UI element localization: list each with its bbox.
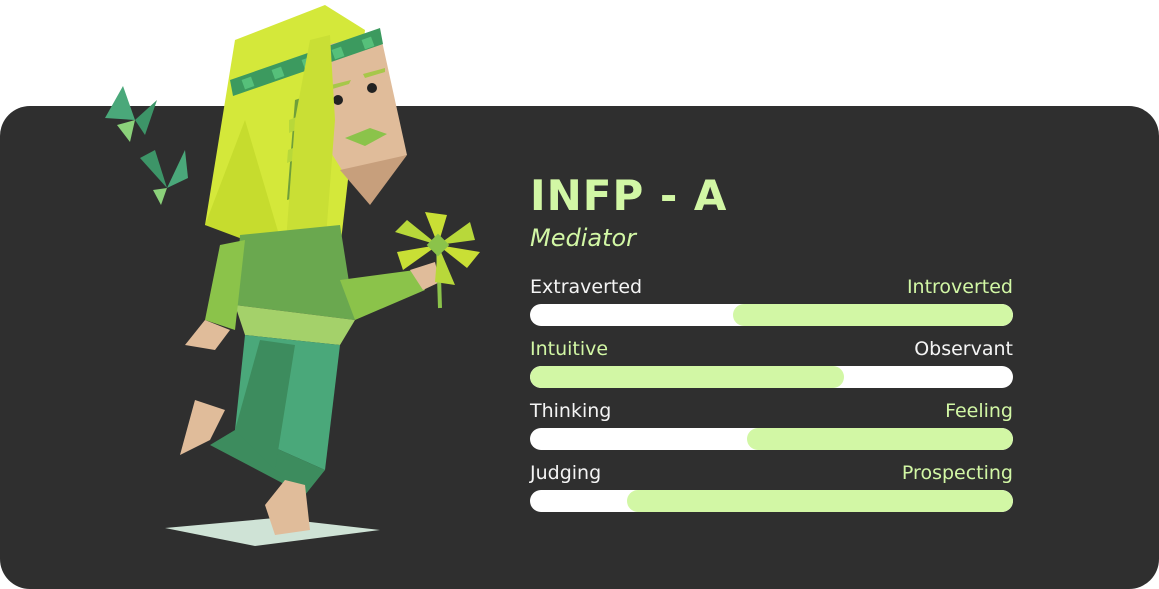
trait-bar-fill <box>747 428 1013 450</box>
personality-name: Mediator <box>530 224 637 252</box>
trait-bar-fill <box>626 490 1013 512</box>
mediator-character-illustration <box>105 5 480 546</box>
butterfly-icon <box>140 150 188 205</box>
trait-bar <box>530 304 1013 326</box>
trait-row-tactics: Judging Prospecting <box>530 460 1013 522</box>
trait-row-mind: Intuitive Observant <box>530 336 1013 398</box>
trait-row-nature: Thinking Feeling <box>530 398 1013 460</box>
trait-right-label: Feeling <box>945 400 1013 422</box>
personality-info: INFP - A Mediator Extraverted Introverte… <box>530 168 1013 522</box>
trait-bar-fill <box>530 366 844 388</box>
trait-bar <box>530 490 1013 512</box>
personality-code: INFP - A <box>530 171 728 220</box>
trait-bar <box>530 428 1013 450</box>
butterfly-icon <box>105 86 157 142</box>
trait-left-label: Intuitive <box>530 338 609 360</box>
trait-left-label: Extraverted <box>530 276 643 298</box>
trait-right-label: Prospecting <box>901 462 1013 484</box>
trait-right-label: Introverted <box>906 276 1013 298</box>
trait-bar <box>530 366 1013 388</box>
trait-list: Extraverted Introverted Intuitive Observ… <box>530 274 1013 522</box>
trait-row-energy: Extraverted Introverted <box>530 274 1013 336</box>
trait-left-label: Thinking <box>530 400 612 422</box>
trait-bar-fill <box>732 304 1013 326</box>
trait-left-label: Judging <box>530 462 602 484</box>
trait-right-label: Observant <box>914 338 1013 360</box>
